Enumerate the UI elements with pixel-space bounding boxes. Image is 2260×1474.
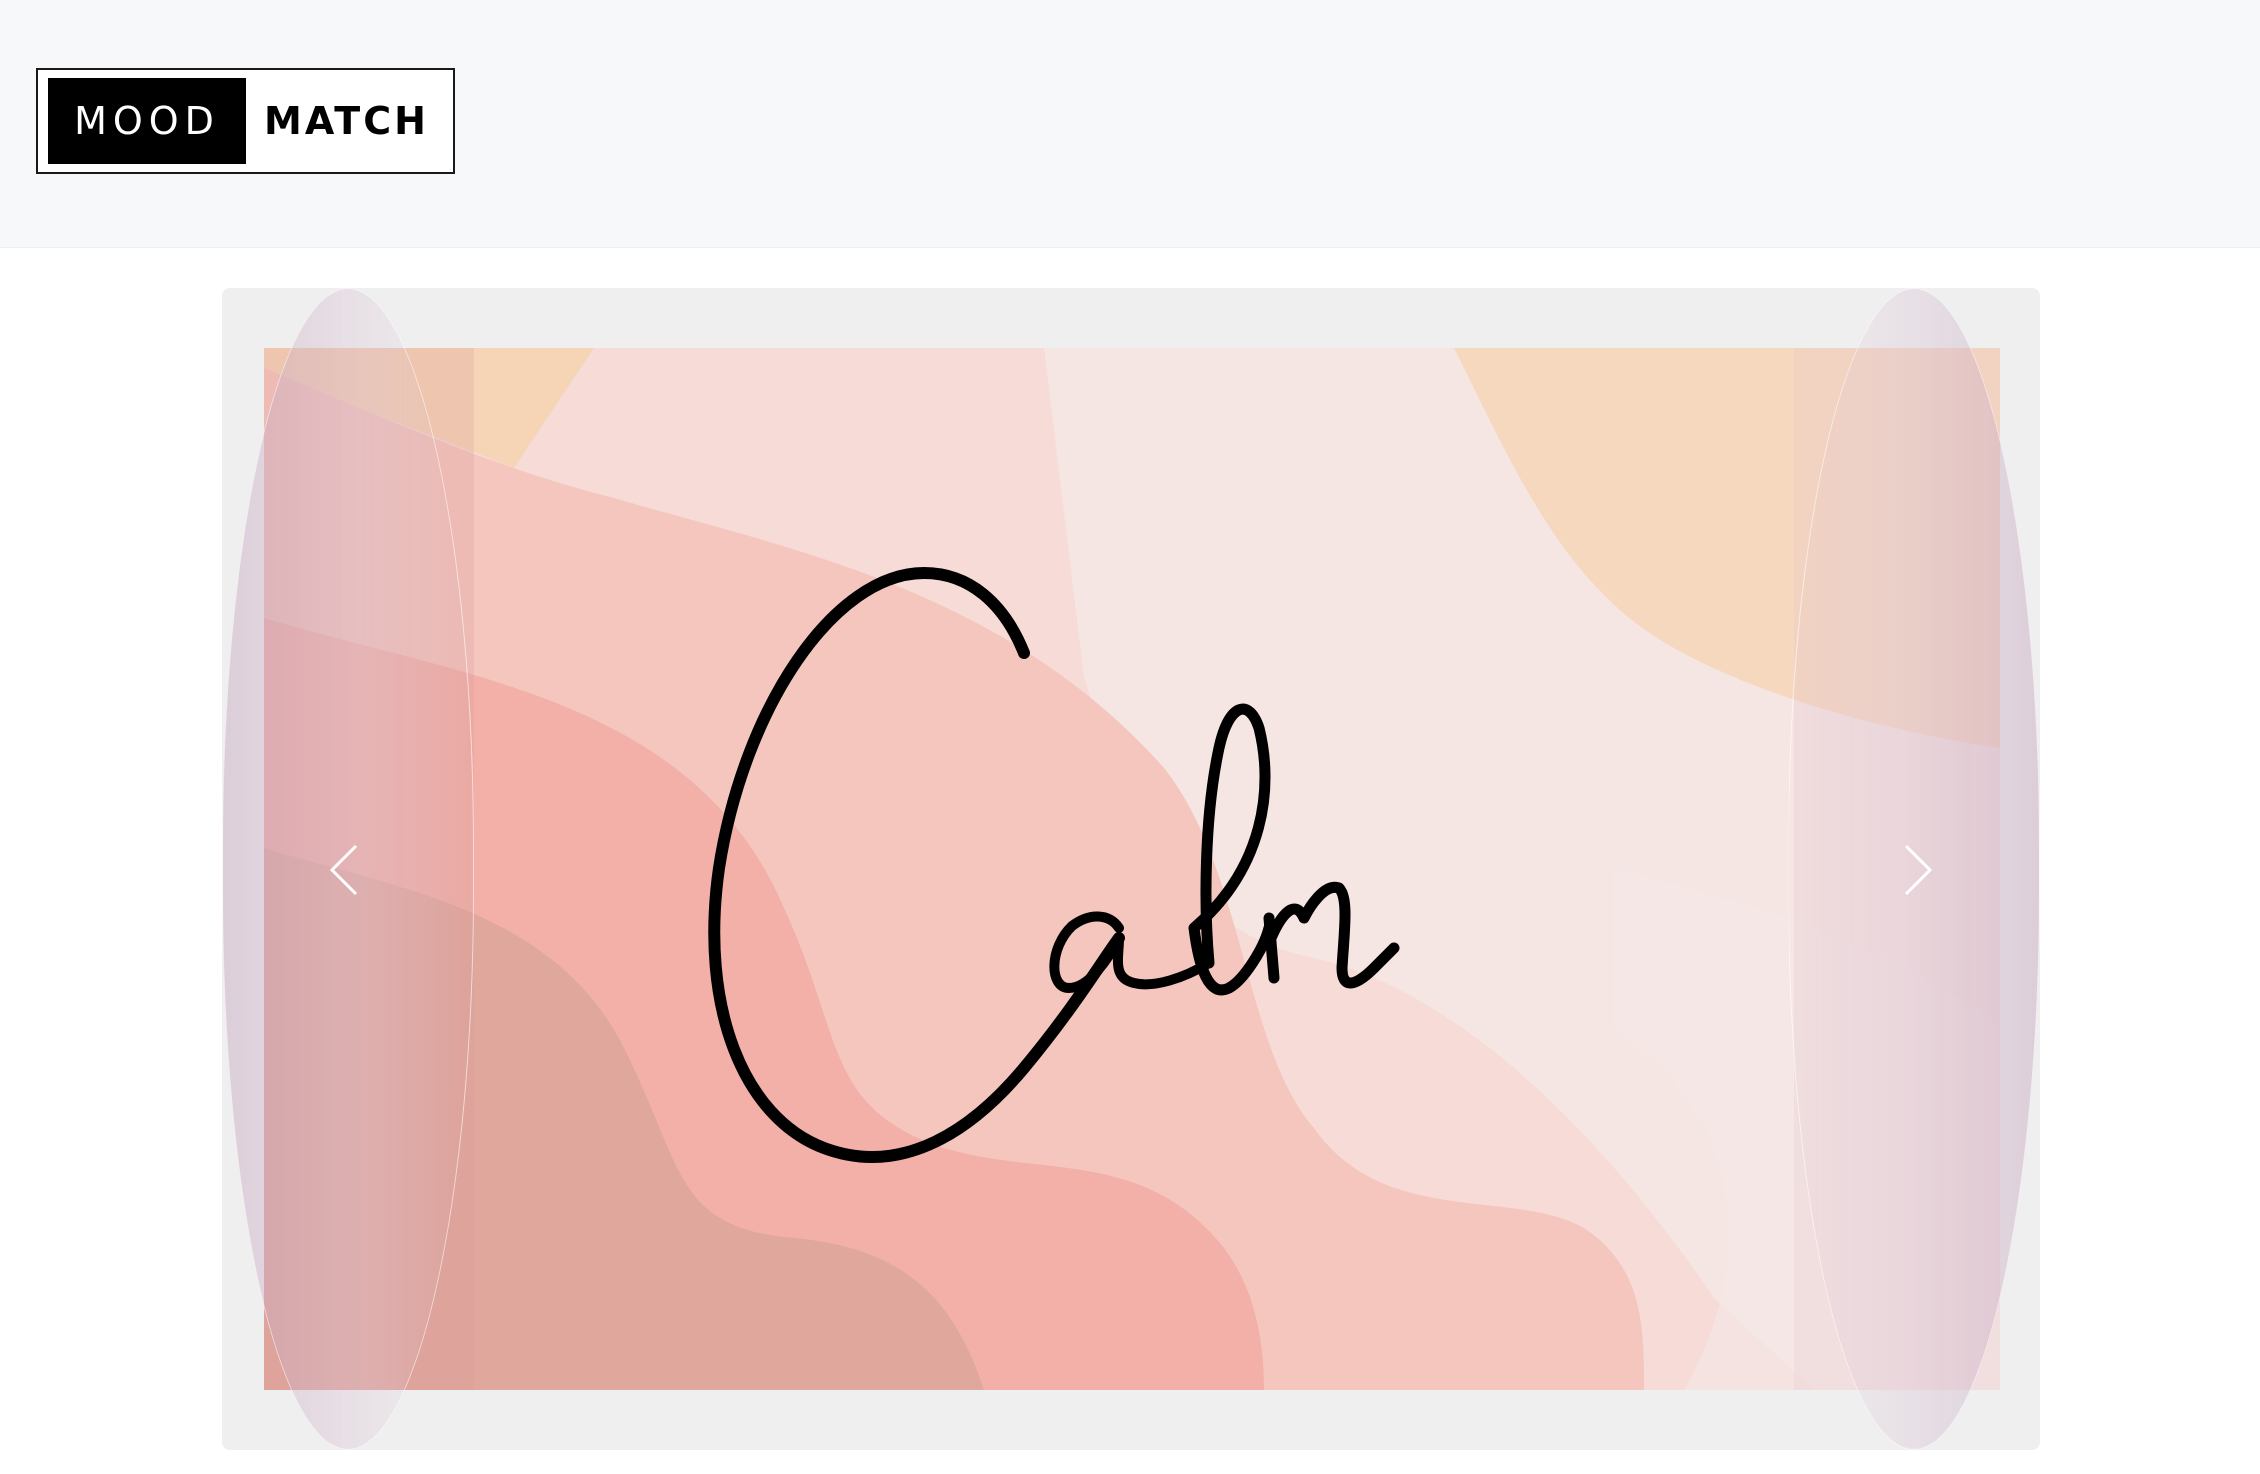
chevron-right-icon	[1904, 844, 1933, 896]
logo-word-mood: MOOD	[48, 78, 246, 164]
logo-word-match: MATCH	[264, 99, 429, 143]
carousel-next-button[interactable]	[1788, 288, 2040, 1450]
carousel-prev-button[interactable]	[222, 288, 474, 1450]
chevron-left-icon	[329, 844, 358, 896]
calm-slide-image	[264, 348, 2000, 1390]
mood-carousel	[222, 288, 2040, 1450]
carousel-slide	[264, 348, 2000, 1390]
site-header: MOOD MATCH	[0, 0, 2260, 248]
mood-match-logo[interactable]: MOOD MATCH	[36, 68, 455, 174]
